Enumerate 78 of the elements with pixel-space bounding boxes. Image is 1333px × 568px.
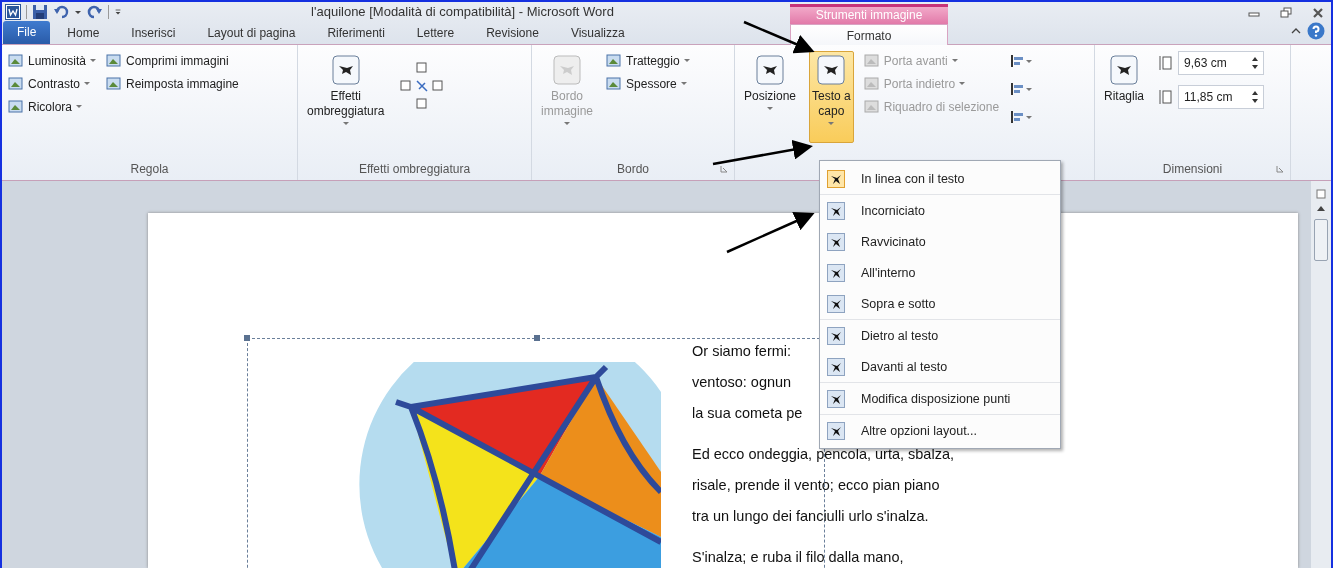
caret-icon: [683, 58, 690, 63]
ribbon-tab[interactable]: Visualizza: [555, 23, 640, 44]
arrow: [743, 20, 815, 54]
menu-item[interactable]: Ravvicinato: [820, 226, 1060, 257]
vertical-scrollbar[interactable]: [1311, 181, 1331, 568]
ribbon-tab[interactable]: File: [3, 21, 51, 44]
caret-icon: [564, 122, 570, 126]
spinner-arrows-icon[interactable]: [1252, 56, 1259, 70]
group-label: Effetti ombreggiatura: [358, 162, 471, 176]
caret-icon: [342, 122, 349, 126]
size-icon: [1157, 89, 1174, 105]
poem-line: S'inalza; e ruba il filo dalla mano,: [692, 548, 904, 567]
scroll-up-icon[interactable]: [1317, 205, 1325, 213]
redo-icon[interactable]: [87, 3, 103, 20]
ribbon-tab[interactable]: Lettere: [401, 23, 470, 44]
size-field[interactable]: 9,63 cm: [1178, 51, 1265, 75]
caret-icon: [767, 107, 773, 111]
arrange-icon[interactable]: [1009, 53, 1034, 69]
menu-item[interactable]: Sopra e sotto: [820, 288, 1060, 319]
menu-item[interactable]: Altre opzioni layout...: [820, 415, 1060, 446]
window-title: l'aquilone [Modalità di compatibilità] - Microsoft Word: [310, 4, 615, 19]
poem-line: la sua cometa pe: [692, 404, 803, 423]
menu-item[interactable]: Davanti al testo: [820, 351, 1060, 382]
contextual-tab-header: Strumenti immagine: [790, 4, 948, 24]
caret-icon: [951, 58, 958, 63]
poem-line: risale, prende il vento; ecco pian piano: [692, 476, 940, 495]
ribbon-button[interactable]: Ricolora: [8, 97, 97, 116]
resize-handle[interactable]: [244, 335, 250, 341]
ribbon-button[interactable]: Ritaglia: [1101, 51, 1148, 143]
arrange-icon[interactable]: [1009, 109, 1034, 125]
undo-icon[interactable]: [53, 3, 69, 20]
caret-icon: [84, 81, 91, 86]
caret-icon: [680, 81, 687, 86]
ribbon-button[interactable]: Spessore: [606, 74, 690, 93]
size-field[interactable]: 11,85 cm: [1178, 85, 1265, 109]
poem-line: Or siamo fermi:: [692, 342, 792, 361]
caret-icon: [959, 81, 966, 86]
ribbon-button[interactable]: Contrasto: [8, 74, 97, 93]
ribbon-tab[interactable]: Home: [52, 23, 115, 44]
ribbon-tab[interactable]: Revisione: [471, 23, 554, 44]
ribbon-tab[interactable]: Inserisci: [116, 23, 191, 44]
caret-icon: [76, 104, 82, 109]
save-icon[interactable]: [32, 3, 48, 20]
menu-item[interactable]: Dietro al testo: [820, 320, 1060, 351]
menu-item[interactable]: Incorniciato: [820, 195, 1060, 226]
group-label: Bordo: [617, 162, 649, 176]
ribbon-button[interactable]: Tratteggio: [606, 51, 690, 70]
poem-line: ventoso: ognun: [692, 373, 792, 392]
caret-icon: [90, 58, 97, 63]
scroll-thumb[interactable]: [1314, 219, 1328, 261]
dialog-launcher-icon[interactable]: [1276, 165, 1284, 173]
menu-item[interactable]: All'interno: [820, 257, 1060, 288]
ribbon-button[interactable]: Reimposta immagine: [106, 74, 239, 93]
ribbon-tab[interactable]: Riferimenti: [312, 23, 400, 44]
size-icon: [1157, 55, 1174, 71]
ribbon-button[interactable]: Comprimi immagini: [106, 51, 239, 70]
dialog-launcher-icon[interactable]: [720, 165, 728, 173]
word-app-icon[interactable]: [5, 3, 21, 20]
poem-line: Ed ecco ondeggia, pencola, urta, sbalza,: [692, 445, 954, 464]
menu-item[interactable]: In linea con il testo: [820, 163, 1060, 194]
ribbon-tab[interactable]: Layout di pagina: [192, 23, 311, 44]
ribbon-button[interactable]: Testo a capo: [809, 51, 854, 143]
ruler-icon[interactable]: [1316, 189, 1326, 199]
arrange-icon[interactable]: [1009, 81, 1034, 97]
group-label: Dimensioni: [1162, 162, 1223, 176]
ribbon-button[interactable]: Posizione: [741, 51, 800, 143]
poem-line: tra un lungo dei fanciulli urlo s'inalza.: [692, 507, 929, 526]
restore-icon[interactable]: [1279, 7, 1293, 19]
group-label: Regola: [130, 162, 169, 176]
close-icon[interactable]: [1311, 7, 1325, 19]
caret-icon: [828, 122, 835, 126]
spinner-arrows-icon[interactable]: [1252, 90, 1259, 104]
collapse-ribbon-icon[interactable]: [1291, 26, 1301, 36]
menu-item[interactable]: Modifica disposizione punti: [820, 383, 1060, 414]
ribbon-button[interactable]: Luminosità: [8, 51, 97, 70]
ribbon-button[interactable]: Effetti ombreggiatura: [304, 51, 388, 143]
help-icon[interactable]: [1307, 22, 1325, 40]
resize-handle[interactable]: [534, 335, 540, 341]
